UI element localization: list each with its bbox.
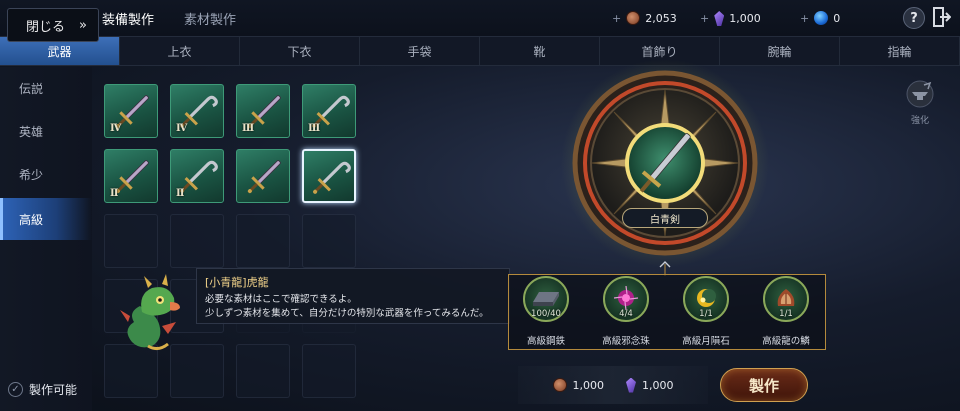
empty-slot [302,344,356,398]
rarity-premium[interactable]: 高級 [0,198,92,240]
material-slot[interactable]: 1/1 高級月隕石 [676,276,736,347]
currency-orb[interactable]: + 0 [800,11,840,25]
cost-crystal: 1,000 [626,377,674,393]
tier-badge: Ⅳ [110,123,122,134]
craft-button[interactable]: 製作 [720,368,808,402]
strengthen-button[interactable]: 強化 [905,80,935,126]
currency-value: 0 [833,11,841,25]
cost-value: 1,000 [642,378,674,392]
strengthen-label: 強化 [910,116,929,126]
tier-badge: Ⅱ [110,188,119,199]
tab-gloves[interactable]: 手袋 [360,37,480,65]
add-icon: + [700,12,710,25]
close-label: 閉じる [26,19,66,35]
weapon-slot[interactable]: Ⅳ [104,84,158,138]
material-name: 高級邪念珠 [602,336,650,347]
add-icon: + [612,11,622,25]
dragon-scale-icon [777,288,795,306]
dialog-line: 必要な素材はここで確認できるよ。 [205,294,357,305]
evil-orb-icon [614,285,638,310]
material-count: 4/4 [619,309,633,319]
material-name: 高級龍の鱗 [762,336,810,347]
add-icon: + [800,11,810,25]
top-bar: 装備製作 素材製作 + 2,053 + 1,000 + 0 ? [0,0,960,36]
weapon-slot[interactable] [236,149,290,203]
currency-copper[interactable]: + 2,053 [612,11,677,25]
selected-weapon-medallion [561,60,769,267]
tab-equipment-crafting[interactable]: 装備製作 [102,9,154,28]
tab-bottom[interactable]: 下衣 [240,37,360,65]
help-button[interactable]: ? [903,7,925,29]
steel-ingot-icon [533,291,559,306]
dialog-speaker: [小青龍]虎龍 [205,276,269,289]
npc-dialog: [小青龍]虎龍 必要な素材はここで確認できるよ。 少しずつ素材を集めて、自分だけ… [196,268,510,324]
blue-orb-icon [814,11,829,25]
empty-slot [104,214,158,268]
material-count: 1/1 [779,309,793,319]
empty-slot [302,214,356,268]
weapon-slot[interactable]: Ⅲ [302,84,356,138]
purple-crystal-icon [714,11,725,26]
craft-cost: 1,000 1,000 [518,366,708,404]
tier-badge: Ⅳ [176,123,188,134]
empty-slot [236,214,290,268]
cost-value: 1,000 [572,378,605,392]
material-slot[interactable]: 1/1 高級龍の鱗 [756,276,816,347]
material-name: 高級月隕石 [682,336,730,347]
tab-top[interactable]: 上衣 [120,37,240,65]
moon-meteorite-icon [697,288,716,307]
cost-copper: 1,000 [552,378,605,392]
purple-crystal-icon [626,377,636,393]
category-tabs: 武器 上衣 下衣 手袋 靴 首飾り 腕輪 指輪 [0,36,960,66]
anvil-icon [906,80,934,108]
rarity-legendary[interactable]: 伝説 [0,67,92,109]
weapon-slot[interactable]: Ⅱ [170,149,224,203]
weapon-slot[interactable] [302,149,356,203]
selected-weapon-name: 白青剣 [622,208,708,228]
material-count: 100/40 [531,309,561,319]
empty-slot [170,214,224,268]
empty-slot [104,344,158,398]
currency-value: 1,000 [729,12,761,25]
material-slot[interactable]: 100/40 高級鋼鉄 [516,276,576,347]
close-button[interactable]: 閉じる » [7,8,99,42]
tier-badge: Ⅱ [176,188,185,199]
checkmark-icon: ✓ [8,382,23,397]
empty-slot [170,344,224,398]
rarity-heroic[interactable]: 英雄 [0,110,92,152]
material-name: 高級鋼鉄 [526,336,565,347]
copper-coin-icon [552,378,567,392]
tier-badge: Ⅲ [242,123,255,134]
currency-crystal[interactable]: + 1,000 [700,11,761,26]
craftable-filter[interactable]: ✓ 製作可能 [8,381,77,398]
empty-slot [236,344,290,398]
tab-ring[interactable]: 指輪 [840,37,960,65]
copper-coin-icon [626,11,641,25]
material-slot[interactable]: 4/4 高級邪念珠 [596,276,656,347]
craftable-label: 製作可能 [29,383,78,397]
dialog-line: 少しずつ素材を集めて、自分だけの特別な武器を作ってみるんだ。 [205,308,489,319]
tab-material-crafting[interactable]: 素材製作 [184,9,236,28]
weapon-slot[interactable]: Ⅲ [236,84,290,138]
tier-badge: Ⅲ [308,123,321,134]
rarity-rare[interactable]: 希少 [0,153,92,195]
double-chevron-right-icon: » [79,17,87,33]
currency-value: 2,053 [645,11,677,25]
dragon-mascot-icon [120,274,180,351]
exit-icon[interactable] [933,7,952,27]
weapon-slot[interactable]: Ⅱ [104,149,158,203]
weapon-slot[interactable]: Ⅳ [170,84,224,138]
material-count: 1/1 [699,309,713,319]
